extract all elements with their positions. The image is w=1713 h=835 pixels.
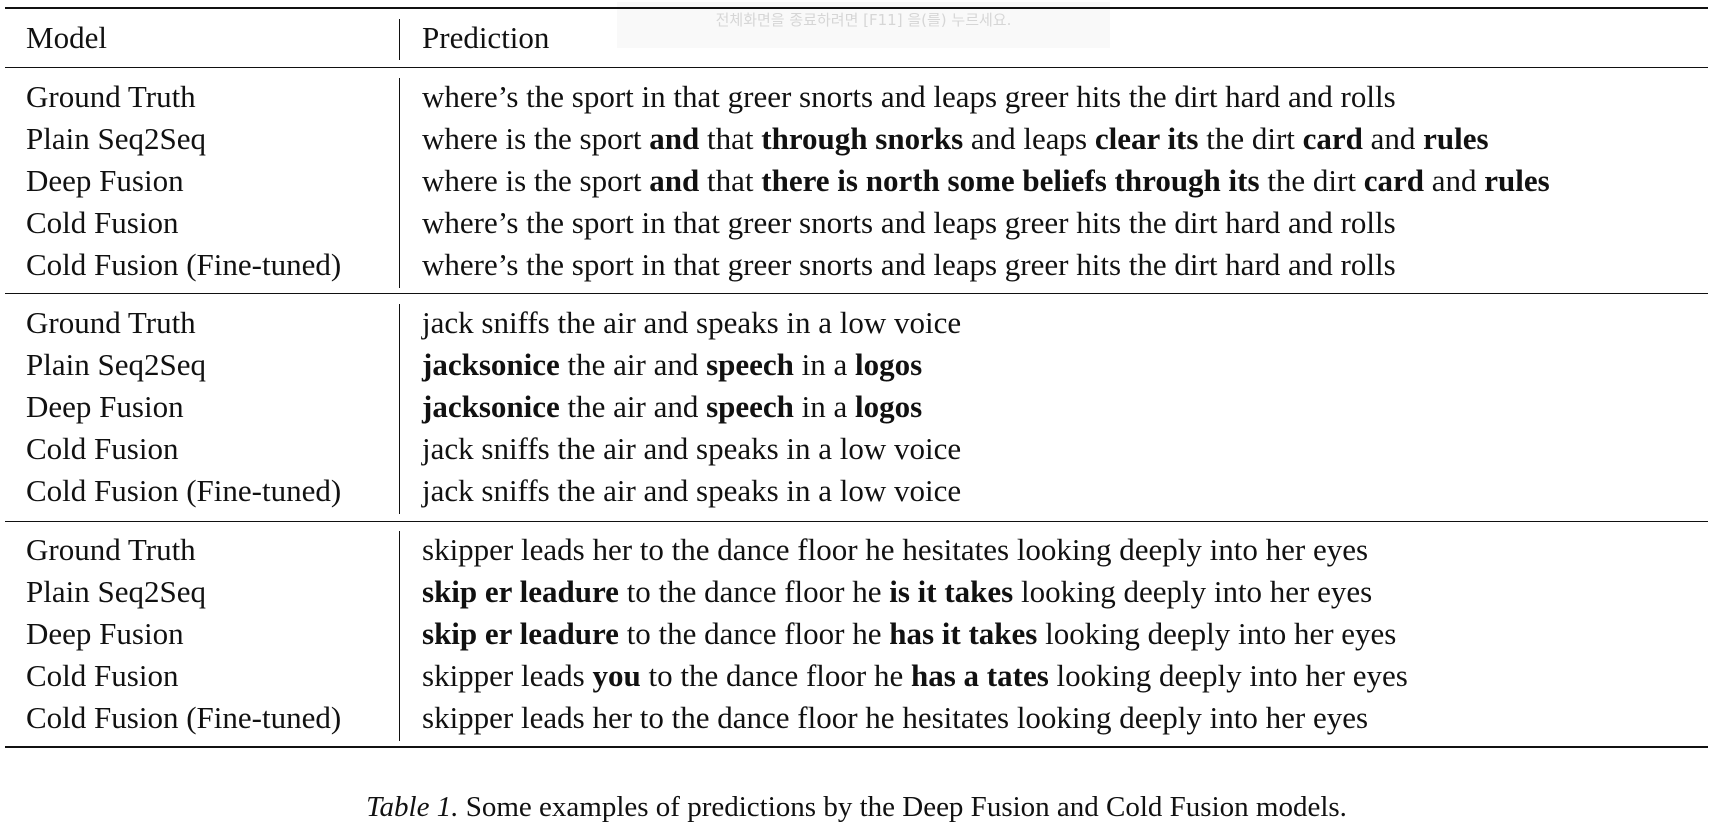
prediction-text-segment: and	[1362, 121, 1424, 156]
model-name-cell: Deep Fusion	[26, 389, 184, 424]
model-name-cell: Cold Fusion (Fine-tuned)	[26, 473, 342, 508]
prediction-text-segment: looking deeply into her eyes	[1037, 616, 1397, 651]
column-divider	[399, 19, 400, 60]
prediction-cell: where’s the sport in that greer snorts a…	[422, 244, 1396, 286]
table-header-rule	[5, 67, 1708, 68]
prediction-text-segment: the air and	[559, 389, 707, 424]
model-name-cell: Deep Fusion	[26, 163, 184, 198]
column-divider	[399, 531, 400, 741]
prediction-text-segment: jack sniffs the air and speaks in a low …	[422, 431, 962, 466]
model-name-cell: Cold Fusion	[26, 205, 179, 240]
model-name-cell: Plain Seq2Seq	[26, 574, 206, 609]
prediction-cell: jack sniffs the air and speaks in a low …	[422, 428, 961, 470]
prediction-text-segment: where is the sport	[422, 163, 650, 198]
model-name-cell: Cold Fusion	[26, 431, 179, 466]
prediction-text-segment: skipper leads her to the dance floor he …	[422, 700, 1369, 735]
prediction-error-segment: card	[1302, 121, 1363, 156]
prediction-error-segment: logos	[855, 389, 923, 424]
prediction-text-segment: that	[699, 163, 762, 198]
prediction-error-segment: rules	[1484, 163, 1550, 198]
prediction-text-segment: the dirt	[1198, 121, 1303, 156]
prediction-error-segment: logos	[855, 347, 923, 382]
model-name-cell: Cold Fusion (Fine-tuned)	[26, 247, 342, 282]
prediction-text-segment: jack sniffs the air and speaks in a low …	[422, 305, 962, 340]
prediction-text-segment: in a	[793, 389, 856, 424]
prediction-text-segment: that	[699, 121, 762, 156]
prediction-text-segment: the dirt	[1259, 163, 1364, 198]
table-caption: Table 1. Some examples of predictions by…	[0, 787, 1713, 827]
prediction-text-segment: to the dance floor he	[618, 574, 890, 609]
prediction-error-segment: you	[592, 658, 641, 693]
prediction-cell: skip er leadure to the dance floor he is…	[422, 571, 1372, 613]
prediction-error-segment: and	[649, 121, 700, 156]
prediction-error-segment: has it takes	[889, 616, 1038, 651]
prediction-text-segment: looking deeply into her eyes	[1048, 658, 1408, 693]
prediction-error-segment: clear its	[1094, 121, 1199, 156]
group-separator-rule	[5, 521, 1708, 522]
model-name-cell: Cold Fusion	[26, 658, 179, 693]
header-prediction: Prediction	[422, 20, 550, 55]
prediction-cell: jacksonice the air and speech in a logos	[422, 386, 922, 428]
prediction-cell: where’s the sport in that greer snorts a…	[422, 76, 1396, 118]
prediction-text-segment: and	[1424, 163, 1485, 198]
model-name-cell: Ground Truth	[26, 79, 196, 114]
model-name-cell: Ground Truth	[26, 305, 196, 340]
model-name-cell: Deep Fusion	[26, 616, 184, 651]
prediction-error-segment: through snorks	[761, 121, 964, 156]
table-top-rule	[5, 7, 1708, 9]
column-divider	[399, 78, 400, 288]
prediction-text-segment: to the dance floor he	[640, 658, 911, 693]
caption-label: Table 1.	[366, 791, 459, 823]
prediction-cell: skipper leads her to the dance floor he …	[422, 697, 1368, 739]
prediction-error-segment: skip er leadure	[422, 574, 619, 609]
prediction-cell: where is the sport and that there is nor…	[422, 160, 1550, 202]
prediction-cell: jacksonice the air and speech in a logos	[422, 344, 922, 386]
prediction-text-segment: where’s the sport in that greer snorts a…	[422, 79, 1396, 114]
prediction-error-segment: rules	[1423, 121, 1489, 156]
prediction-cell: skipper leads her to the dance floor he …	[422, 529, 1368, 571]
model-name-cell: Plain Seq2Seq	[26, 347, 206, 382]
caption-text: Some examples of predictions by the Deep…	[458, 791, 1347, 823]
prediction-cell: jack sniffs the air and speaks in a low …	[422, 302, 961, 344]
prediction-text-segment: looking deeply into her eyes	[1013, 574, 1373, 609]
prediction-text-segment: skipper leads her to the dance floor he …	[422, 532, 1369, 567]
prediction-text-segment: where is the sport	[422, 121, 650, 156]
model-name-cell: Cold Fusion (Fine-tuned)	[26, 700, 342, 735]
prediction-error-segment: jacksonice	[422, 347, 560, 382]
prediction-error-segment: card	[1363, 163, 1424, 198]
prediction-text-segment: skipper leads	[422, 658, 593, 693]
prediction-cell: where’s the sport in that greer snorts a…	[422, 202, 1396, 244]
header-model: Model	[26, 20, 107, 55]
prediction-cell: skip er leadure to the dance floor he ha…	[422, 613, 1396, 655]
prediction-error-segment: there is north some beliefs through its	[761, 163, 1260, 198]
prediction-error-segment: skip er leadure	[422, 616, 619, 651]
prediction-cell: where is the sport and that through snor…	[422, 118, 1489, 160]
prediction-text-segment: and leaps	[963, 121, 1095, 156]
prediction-cell: skipper leads you to the dance floor he …	[422, 655, 1408, 697]
prediction-text-segment: to the dance floor he	[618, 616, 890, 651]
column-divider	[399, 304, 400, 514]
table-bottom-rule	[5, 746, 1708, 748]
prediction-error-segment: jacksonice	[422, 389, 560, 424]
prediction-cell: jack sniffs the air and speaks in a low …	[422, 470, 961, 512]
prediction-text-segment: where’s the sport in that greer snorts a…	[422, 247, 1396, 282]
group-separator-rule	[5, 293, 1708, 294]
prediction-error-segment: and	[649, 163, 700, 198]
prediction-text-segment: jack sniffs the air and speaks in a low …	[422, 473, 962, 508]
prediction-error-segment: is it takes	[889, 574, 1014, 609]
prediction-error-segment: has a tates	[911, 658, 1049, 693]
model-name-cell: Plain Seq2Seq	[26, 121, 206, 156]
prediction-error-segment: speech	[706, 389, 794, 424]
prediction-text-segment: where’s the sport in that greer snorts a…	[422, 205, 1396, 240]
prediction-text-segment: the air and	[559, 347, 707, 382]
prediction-text-segment: in a	[793, 347, 856, 382]
model-name-cell: Ground Truth	[26, 532, 196, 567]
prediction-error-segment: speech	[706, 347, 794, 382]
